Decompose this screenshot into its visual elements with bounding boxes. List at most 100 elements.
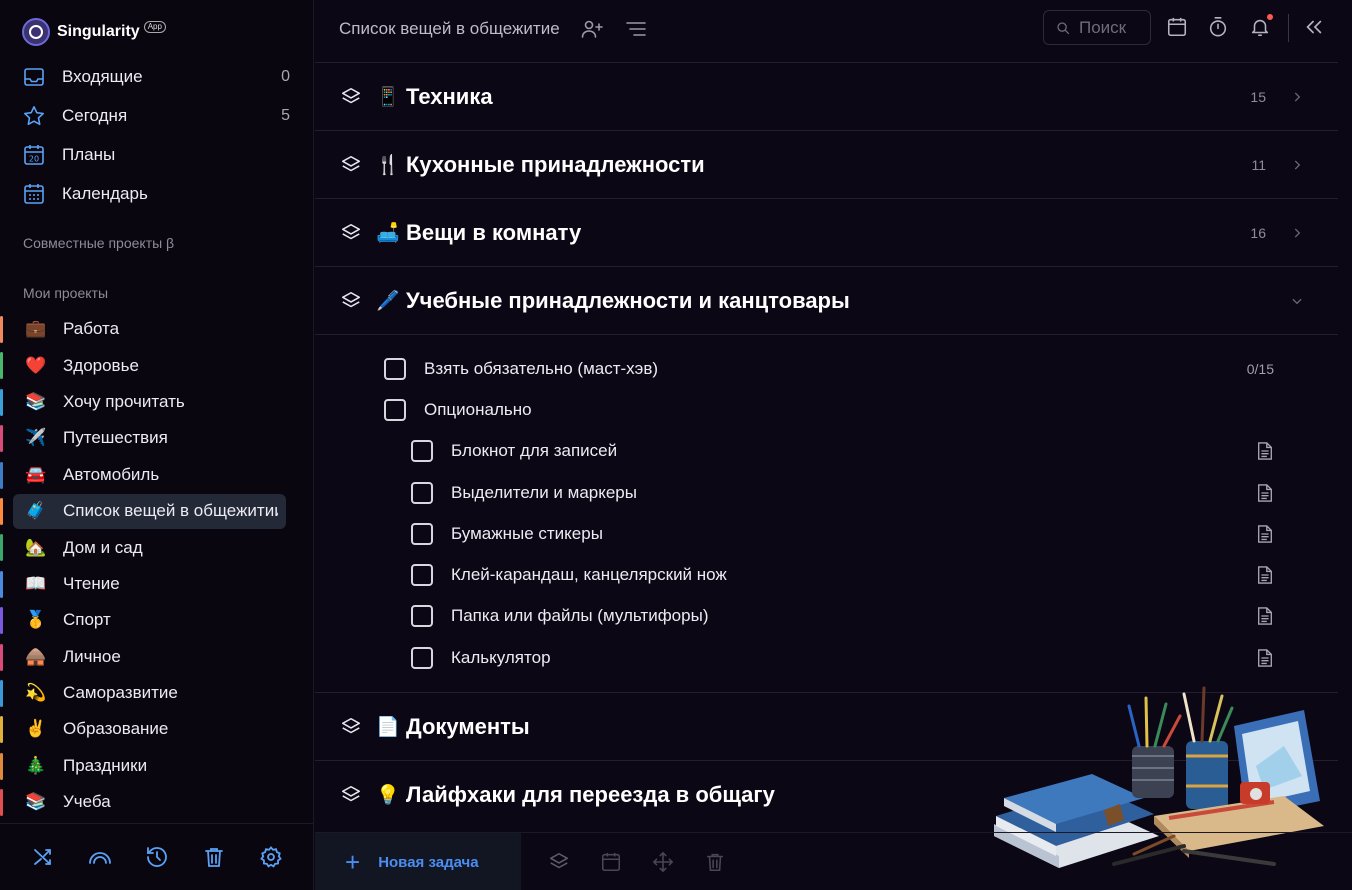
project-item[interactable]: 🛖 Личное — [0, 639, 314, 675]
move-icon[interactable] — [652, 851, 674, 873]
layers-icon[interactable] — [340, 86, 362, 108]
nav-item-inbox[interactable]: Входящие 0 — [22, 57, 292, 96]
project-item[interactable]: 🎄 Праздники — [0, 748, 314, 784]
note-icon[interactable] — [1256, 606, 1274, 626]
app-badge: App — [143, 21, 166, 33]
christmas-tree-icon: 🎄 — [25, 755, 47, 775]
subtask-progress: 0/15 — [1246, 360, 1274, 377]
chevron-down-icon[interactable] — [1290, 294, 1304, 308]
layers-icon[interactable] — [548, 851, 570, 873]
task-checkbox[interactable] — [384, 398, 406, 421]
task-item[interactable]: Опционально — [315, 389, 1338, 430]
project-item[interactable]: 🥇 Спорт — [0, 602, 314, 638]
task-label: Клей-карандаш, канцелярский нож — [451, 565, 727, 585]
my-projects-heading[interactable]: Мои проекты — [23, 285, 108, 301]
layers-icon[interactable] — [340, 784, 362, 806]
main-nav: Входящие 0 Сегодня 5 20 Планы Календарь — [22, 57, 292, 213]
history-icon[interactable] — [145, 845, 169, 869]
layers-icon[interactable] — [340, 716, 362, 738]
search-input[interactable]: Поиск — [1043, 10, 1151, 45]
chevron-right-icon[interactable] — [1290, 158, 1304, 172]
new-task-button[interactable]: + Новая задача — [315, 833, 521, 890]
app-logo[interactable]: Singularity App — [22, 18, 166, 46]
nav-item-today[interactable]: Сегодня 5 — [22, 96, 292, 135]
rainbow-icon[interactable] — [88, 845, 112, 869]
task-checkbox[interactable] — [411, 522, 433, 545]
note-icon[interactable] — [1256, 524, 1274, 544]
group-title: Документы — [406, 713, 530, 739]
task-checkbox[interactable] — [411, 481, 433, 504]
nav-item-calendar[interactable]: Календарь — [22, 174, 292, 213]
nav-count: 5 — [281, 106, 290, 124]
project-item[interactable]: 🚘 Автомобиль — [0, 457, 314, 493]
note-icon[interactable] — [1256, 483, 1274, 503]
shuffle-icon[interactable] — [31, 845, 55, 869]
group-row[interactable]: 🍴 Кухонные принадлежности 11 — [315, 130, 1338, 198]
subtask-item[interactable]: Калькулятор — [315, 637, 1338, 678]
project-item[interactable]: 📚 Хочу прочитать — [0, 384, 314, 420]
gear-icon[interactable] — [259, 845, 283, 869]
top-bar: Список вещей в общежитие Поиск — [315, 0, 1352, 58]
task-label: Взять обязательно (маст-хэв) — [424, 358, 659, 378]
project-item[interactable]: ❤️ Здоровье — [0, 347, 314, 383]
project-label: Здоровье — [63, 355, 139, 375]
chevron-right-icon[interactable] — [1290, 90, 1304, 104]
project-label: Праздники — [63, 755, 148, 775]
singularity-logo-icon — [22, 18, 50, 46]
books-icon: 📚 — [25, 391, 47, 411]
timer-icon[interactable] — [1207, 16, 1229, 38]
task-label: Бумажные стикеры — [451, 523, 603, 543]
house-icon: 🏡 — [25, 537, 47, 557]
group-title: Техника — [406, 83, 493, 109]
task-label: Папка или файлы (мультифоры) — [451, 606, 709, 626]
notification-dot — [1267, 14, 1273, 20]
task-label: Блокнот для записей — [451, 441, 618, 461]
calendar-icon[interactable] — [1166, 16, 1188, 38]
project-item[interactable]: 🏡 Дом и сад — [0, 529, 314, 565]
project-item[interactable]: 📖 Чтение — [0, 566, 314, 602]
note-icon[interactable] — [1256, 441, 1274, 461]
task-checkbox[interactable] — [411, 440, 433, 463]
nav-label: Входящие — [62, 66, 143, 86]
layers-icon[interactable] — [340, 154, 362, 176]
task-item[interactable]: Взять обязательно (маст-хэв) 0/15 — [315, 348, 1338, 389]
project-item[interactable]: 💫 Саморазвитие — [0, 675, 314, 711]
project-color-bar — [0, 570, 3, 598]
collapse-double-chevron-icon[interactable] — [1303, 16, 1325, 38]
project-item[interactable]: ✌️ Образование — [0, 711, 314, 747]
trash-icon[interactable] — [202, 845, 226, 869]
shared-projects-heading[interactable]: Совместные проекты β — [23, 235, 174, 251]
subtask-item[interactable]: Выделители и маркеры — [315, 472, 1338, 513]
subtask-item[interactable]: Бумажные стикеры — [315, 513, 1338, 554]
layers-icon[interactable] — [340, 222, 362, 244]
subtask-item[interactable]: Блокнот для записей — [315, 431, 1338, 472]
group-row[interactable]: 📱 Техника 15 — [315, 62, 1338, 130]
sort-icon[interactable] — [624, 17, 648, 41]
project-item-active[interactable]: 🧳 Список вещей в общежитии — [0, 493, 314, 529]
task-checkbox[interactable] — [411, 605, 433, 628]
project-item[interactable]: ✈️ Путешествия — [0, 420, 314, 456]
app-name: Singularity — [57, 23, 140, 40]
project-color-bar — [0, 534, 3, 562]
project-title[interactable]: Список вещей в общежитие — [339, 19, 560, 39]
subtask-item[interactable]: Папка или файлы (мультифоры) — [315, 596, 1338, 637]
divider — [1288, 14, 1289, 42]
nav-item-plans[interactable]: 20 Планы — [22, 135, 292, 174]
group-row-expanded[interactable]: 🖊️ Учебные принадлежности и канцтовары — [315, 266, 1338, 334]
project-item[interactable]: 📚 Учеба — [0, 784, 314, 820]
task-checkbox[interactable] — [411, 564, 433, 587]
add-user-icon[interactable] — [580, 17, 604, 41]
group-title: Кухонные принадлежности — [406, 151, 705, 177]
chevron-right-icon[interactable] — [1290, 226, 1304, 240]
layers-icon[interactable] — [340, 290, 362, 312]
project-item[interactable]: 💼 Работа — [0, 311, 314, 347]
group-row[interactable]: 🛋️ Вещи в комнату 16 — [315, 198, 1338, 266]
document-icon: 📄 — [376, 716, 400, 738]
trash-icon[interactable] — [704, 851, 726, 873]
task-checkbox[interactable] — [384, 357, 406, 380]
subtask-item[interactable]: Клей-карандаш, канцелярский нож — [315, 554, 1338, 595]
calendar-icon[interactable] — [600, 851, 622, 873]
task-checkbox[interactable] — [411, 646, 433, 669]
note-icon[interactable] — [1256, 648, 1274, 668]
note-icon[interactable] — [1256, 565, 1274, 585]
